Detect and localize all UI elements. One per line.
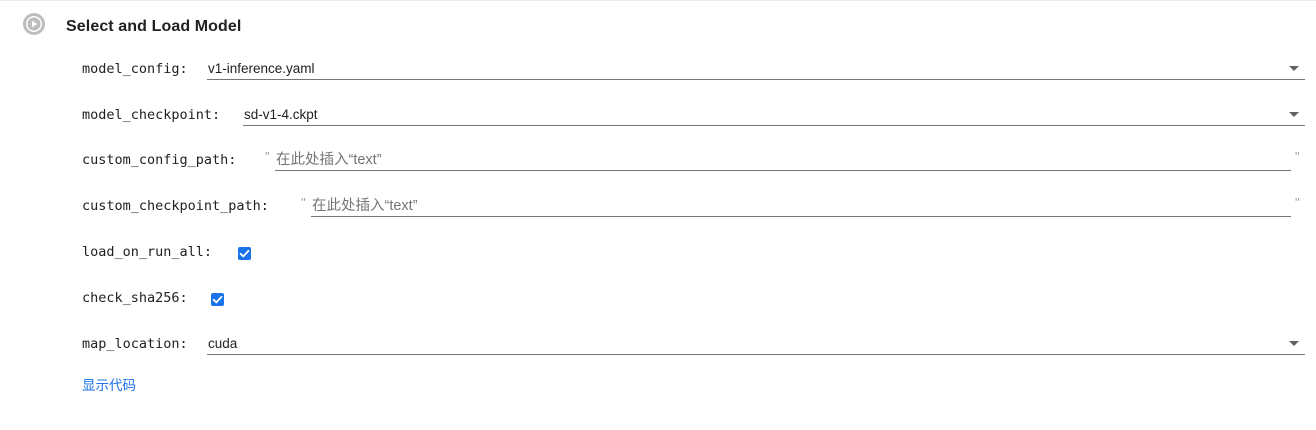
field-label-model-checkpoint: model_checkpoint:	[82, 107, 221, 123]
field-row-check-sha256: check_sha256:	[82, 289, 282, 315]
caret-down-icon	[1289, 66, 1299, 71]
field-label-map-location: map_location:	[82, 336, 188, 352]
check-sha256-checkbox[interactable]	[211, 293, 224, 306]
field-label-model-config: model_config:	[82, 61, 188, 77]
custom-checkpoint-path-input[interactable]	[311, 196, 1291, 217]
run-cell-button[interactable]	[23, 13, 45, 35]
field-row-load-on-run-all: load_on_run_all:	[82, 243, 282, 269]
open-quote: "	[265, 149, 270, 164]
cell-top-border	[0, 0, 1316, 1]
field-label-load-on-run-all: load_on_run_all:	[82, 244, 213, 260]
field-label-custom-config-path: custom_config_path:	[82, 152, 237, 168]
field-label-check-sha256: check_sha256:	[82, 290, 188, 306]
map-location-value: cuda	[208, 336, 238, 351]
custom-config-path-input[interactable]	[275, 150, 1291, 171]
field-row-model-config: model_config: v1-inference.yaml	[82, 59, 1306, 85]
play-circle-icon	[26, 16, 42, 32]
model-config-value: v1-inference.yaml	[208, 61, 315, 76]
close-quote: "	[1295, 149, 1300, 164]
field-row-map-location: map_location: cuda	[82, 334, 1306, 360]
close-quote: "	[1295, 195, 1300, 210]
caret-down-icon	[1289, 112, 1299, 117]
field-row-model-checkpoint: model_checkpoint: sd-v1-4.ckpt	[82, 105, 1306, 131]
checkmark-icon	[212, 295, 223, 304]
model-config-select[interactable]: v1-inference.yaml	[207, 59, 1305, 80]
checkmark-icon	[239, 249, 250, 258]
form-title: Select and Load Model	[66, 18, 242, 35]
model-checkpoint-value: sd-v1-4.ckpt	[244, 107, 318, 122]
load-on-run-all-checkbox[interactable]	[238, 247, 251, 260]
field-label-custom-checkpoint-path: custom_checkpoint_path:	[82, 198, 269, 214]
map-location-select[interactable]: cuda	[207, 334, 1305, 355]
open-quote: "	[301, 195, 306, 210]
field-row-custom-config-path: custom_config_path: " "	[82, 150, 1306, 176]
caret-down-icon	[1289, 341, 1299, 346]
show-code-link[interactable]: 显示代码	[82, 377, 136, 395]
model-checkpoint-select[interactable]: sd-v1-4.ckpt	[243, 105, 1305, 126]
field-row-custom-checkpoint-path: custom_checkpoint_path: " "	[82, 196, 1306, 222]
